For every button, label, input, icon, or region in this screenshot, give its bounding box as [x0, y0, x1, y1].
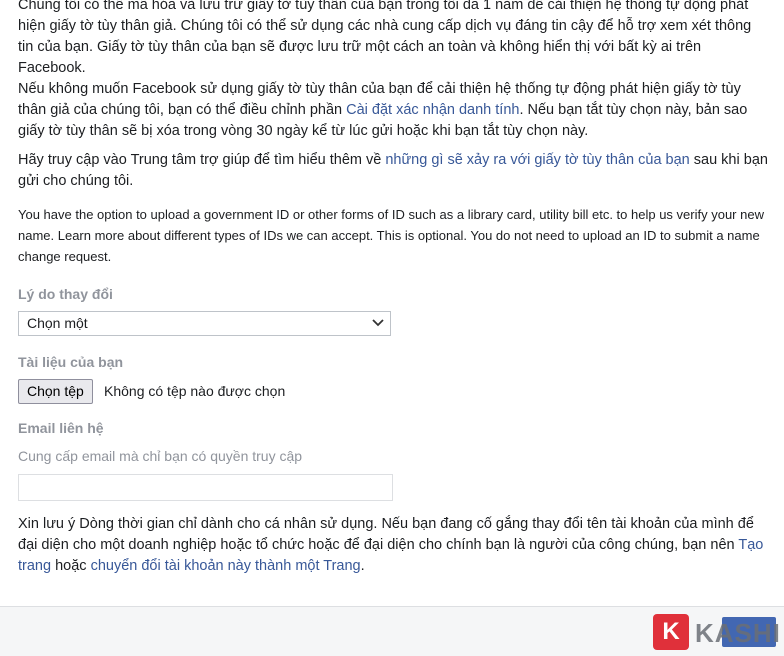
paragraph-id-settings: Nếu không muốn Facebook sử dụng giấy tờ …: [18, 79, 768, 142]
paragraph-help-center: Hãy truy cập vào Trung tâm trợ giúp để t…: [18, 150, 768, 192]
paragraph-text: hoặc: [51, 558, 91, 574]
watermark-logo-text: KASHI: [695, 618, 781, 648]
chevron-down-icon: [372, 319, 384, 327]
reason-select[interactable]: Chọn một: [18, 311, 391, 336]
paragraph-text: Hãy truy cập vào Trung tâm trợ giúp để t…: [18, 152, 386, 168]
reason-select-value: Chọn một: [27, 315, 88, 331]
identity-settings-link[interactable]: Cài đặt xác nhận danh tính: [346, 102, 519, 118]
paragraph-id-storage: Chúng tôi có thể mã hóa và lưu trữ giấy …: [18, 0, 768, 79]
paragraph-text: .: [360, 558, 365, 574]
reason-label: Lý do thay đổi: [18, 286, 113, 302]
documents-label: Tài liệu của bạn: [18, 354, 124, 370]
paragraph-timeline-note: Xin lưu ý Dòng thời gian chỉ dành cho cá…: [18, 514, 768, 577]
email-hint: Cung cấp email mà chỉ bạn có quyền truy …: [18, 448, 303, 464]
choose-file-button[interactable]: Chọn tệp: [18, 379, 93, 404]
what-happens-id-link[interactable]: những gì sẽ xảy ra với giấy tờ tùy thân …: [385, 152, 689, 168]
convert-to-page-link[interactable]: chuyển đổi tài khoản này thành một Trang: [91, 558, 361, 574]
file-status: Không có tệp nào được chọn: [104, 383, 286, 399]
paragraph-id-storage-line0: Chúng tôi có thể mã hóa và lưu trữ giấy …: [18, 0, 717, 13]
email-input[interactable]: [18, 474, 393, 501]
watermark-logo-badge: K: [653, 614, 689, 650]
paragraph-text: Xin lưu ý Dòng thời gian chỉ dành cho cá…: [18, 516, 754, 553]
paragraph-upload-option: You have the option to upload a governme…: [18, 207, 764, 264]
email-label: Email liên hệ: [18, 420, 104, 436]
